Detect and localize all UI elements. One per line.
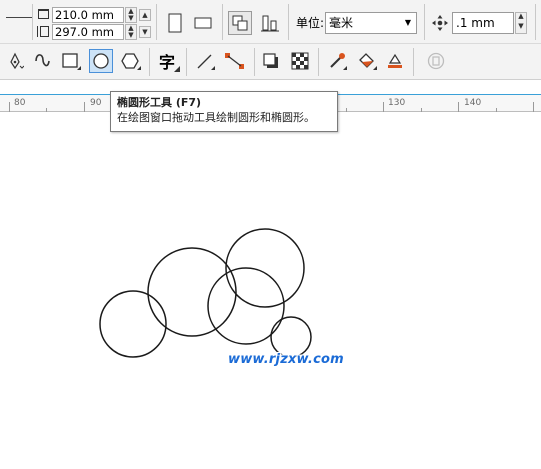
drawn-circle[interactable] — [99, 290, 167, 358]
drawn-circle[interactable] — [270, 316, 312, 358]
drawn-shapes — [99, 228, 312, 358]
drawn-circle[interactable] — [147, 247, 237, 337]
drawn-circle[interactable] — [225, 228, 305, 308]
watermark-text: www.rjzxw.com — [228, 352, 344, 367]
tooltip-title: 椭圆形工具 (F7) — [117, 96, 202, 109]
ellipse-tool-tooltip: 椭圆形工具 (F7) 在绘图窗口拖动工具绘制圆形和椭圆形。 — [110, 91, 338, 132]
tooltip-description: 在绘图窗口拖动工具绘制圆形和椭圆形。 — [117, 111, 315, 124]
